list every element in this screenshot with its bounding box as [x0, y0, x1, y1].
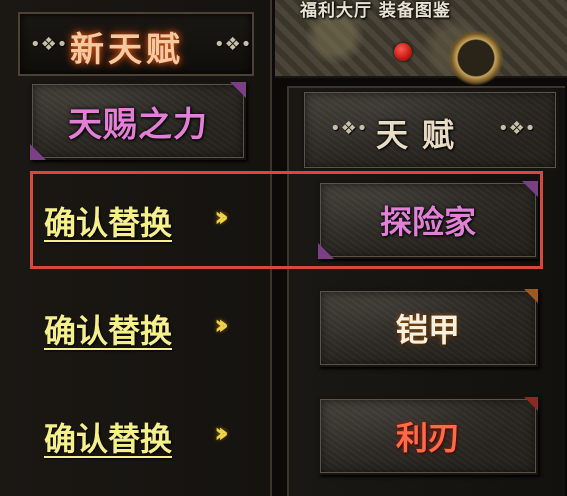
ornament-right-icon: •❖• [498, 118, 536, 139]
confirm-replace-link-2[interactable]: 确认替换 [44, 306, 172, 352]
new-talent-title: 新天赋 [70, 30, 184, 70]
gold-ring-icon [448, 30, 504, 86]
talent-blade-label: 利刃 [395, 419, 460, 457]
double-chevron-right-icon[interactable]: ›› [214, 416, 229, 449]
ornament-right-icon: •❖• [214, 34, 252, 55]
corner-accent-icon [522, 181, 538, 197]
corner-accent-icon [30, 144, 46, 160]
talent-armor-label: 铠甲 [395, 311, 460, 349]
talent-blade-button[interactable]: 利刃 [318, 397, 538, 475]
banner-text: 福利大厅 装备图鉴 [300, 1, 451, 21]
talent-title: 天赋 [376, 116, 469, 154]
ornament-left-icon: •❖• [30, 34, 68, 55]
corner-accent-icon [230, 82, 246, 98]
talent-explorer-button[interactable]: 探险家 [318, 181, 538, 259]
talent-power-button[interactable]: 天赐之力 [30, 82, 246, 160]
red-dot-icon [394, 43, 412, 61]
double-chevron-right-icon[interactable]: ›› [214, 200, 229, 233]
double-chevron-right-icon[interactable]: ›› [214, 308, 229, 341]
talent-explorer-label: 探险家 [379, 203, 476, 241]
corner-accent-icon [318, 243, 334, 259]
corner-accent-icon [524, 289, 538, 303]
confirm-replace-link-3[interactable]: 确认替换 [44, 414, 172, 460]
confirm-replace-link-1[interactable]: 确认替换 [44, 198, 172, 244]
corner-accent-icon [524, 397, 538, 411]
talent-armor-button[interactable]: 铠甲 [318, 289, 538, 367]
ornament-left-icon: •❖• [330, 118, 368, 139]
talent-power-label: 天赐之力 [68, 104, 208, 145]
